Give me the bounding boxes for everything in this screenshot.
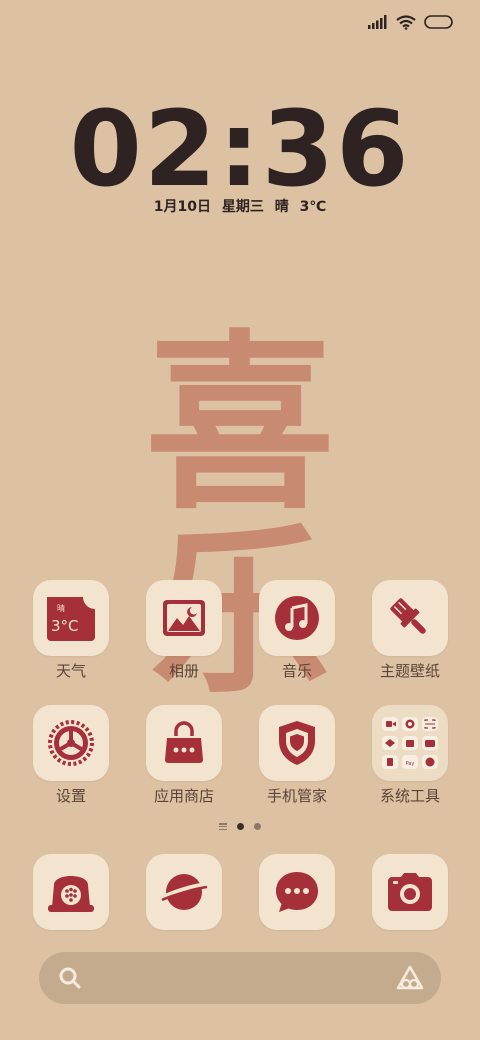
- status-bar: [368, 10, 454, 34]
- app-label-system-tools: 系统工具: [379, 787, 440, 805]
- weather-icon: 晴 3°C: [33, 580, 109, 656]
- svg-text:Pay: Pay: [406, 761, 415, 767]
- search-bar[interactable]: [39, 952, 441, 1004]
- battery-icon: [424, 15, 453, 29]
- planet-icon: [146, 854, 222, 930]
- paintbrush-icon: [372, 580, 448, 656]
- app-label-store: 应用商店: [153, 787, 214, 805]
- app-label-music: 音乐: [281, 662, 312, 680]
- cellular-signal-icon: [368, 15, 387, 29]
- shield-icon: [259, 705, 335, 781]
- clock-widget[interactable]: 02:36 1月10日 星期三 晴 3℃: [0, 94, 480, 216]
- clock-time: 02:36: [69, 88, 411, 210]
- assistant-icon[interactable]: [395, 964, 425, 992]
- app-settings[interactable]: 设置: [21, 705, 121, 806]
- dock-browser[interactable]: [134, 854, 234, 930]
- app-label-gallery: 相册: [168, 662, 199, 680]
- camera-icon: [372, 854, 448, 930]
- app-label-weather: 天气: [55, 662, 86, 680]
- svg-text:3°C: 3°C: [51, 617, 79, 635]
- feed-page-indicator-icon: [219, 823, 227, 830]
- app-security[interactable]: 手机管家: [247, 705, 347, 806]
- dock-messages[interactable]: [247, 854, 347, 930]
- shopping-bag-icon: [146, 705, 222, 781]
- page-dot-2: [254, 823, 261, 830]
- dock-phone[interactable]: [21, 854, 121, 930]
- search-icon: [59, 967, 81, 989]
- app-themes[interactable]: 主题壁纸: [360, 580, 460, 681]
- app-music[interactable]: 音乐: [247, 580, 347, 681]
- app-label-settings: 设置: [55, 787, 86, 805]
- dock-camera[interactable]: [360, 854, 460, 930]
- svg-text:喜: 喜: [145, 312, 335, 535]
- music-icon: [259, 580, 335, 656]
- gallery-icon: [146, 580, 222, 656]
- app-gallery[interactable]: 相册: [134, 580, 234, 681]
- rotary-phone-icon: [33, 854, 109, 930]
- app-store[interactable]: 应用商店: [134, 705, 234, 806]
- app-weather[interactable]: 晴 3°C 天气: [21, 580, 121, 681]
- svg-text:晴: 晴: [57, 603, 65, 613]
- folder-icon: Pay: [372, 705, 448, 781]
- wifi-icon: [396, 14, 416, 30]
- app-system-tools-folder[interactable]: Pay 系统工具: [360, 705, 460, 806]
- page-dot-1: [237, 823, 244, 830]
- settings-gear-icon: [33, 705, 109, 781]
- page-indicator[interactable]: [0, 823, 480, 830]
- app-label-security: 手机管家: [266, 787, 327, 805]
- app-label-themes: 主题壁纸: [379, 662, 440, 680]
- chat-bubble-icon: [259, 854, 335, 930]
